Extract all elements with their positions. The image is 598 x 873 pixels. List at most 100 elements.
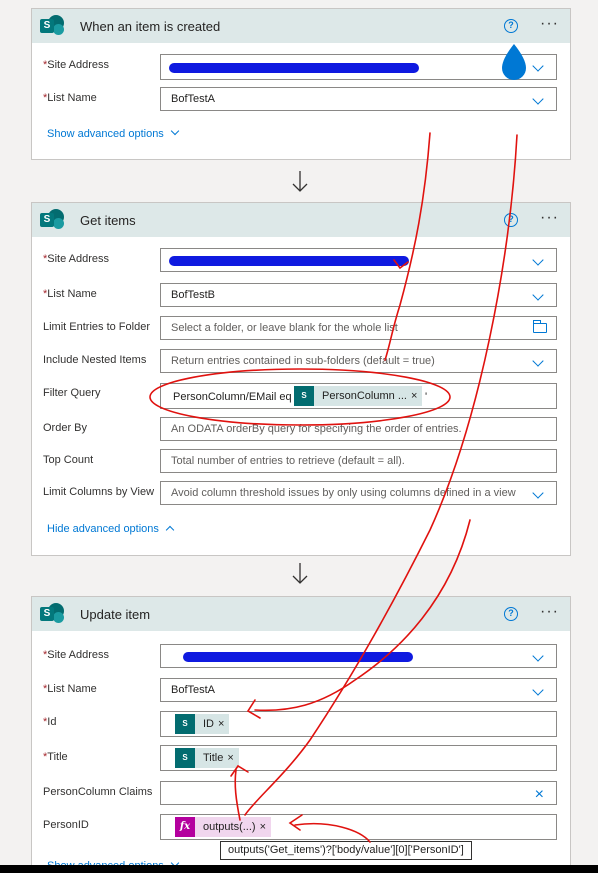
list-name-dropdown[interactable]: BofTestB: [160, 283, 557, 307]
person-claims-row: PersonColumn Claims ×: [32, 781, 570, 807]
order-by-placeholder: An ODATA orderBy query for specifying th…: [171, 423, 462, 435]
chevron-up-icon: [165, 525, 175, 535]
limit-columns-dropdown[interactable]: Avoid column threshold issues by only us…: [160, 481, 557, 505]
folder-icon[interactable]: [533, 320, 547, 333]
chevron-down-icon: [170, 126, 180, 136]
limit-columns-label: Limit Columns by View: [43, 486, 155, 498]
sharepoint-token-icon: S: [175, 748, 195, 768]
nested-items-row: Include Nested Items Return entries cont…: [32, 349, 570, 375]
top-count-label: Top Count: [43, 454, 94, 466]
site-address-dropdown[interactable]: [160, 248, 557, 272]
title-row: *Title S Title ×: [32, 745, 570, 771]
dynamic-content-token[interactable]: S ID ×: [175, 714, 230, 734]
order-by-input[interactable]: An ODATA orderBy query for specifying th…: [160, 417, 557, 441]
clear-icon[interactable]: ×: [535, 784, 544, 804]
title-label: Title: [47, 751, 68, 763]
update-item-card: S Update item ? ··· *Site Address *List …: [31, 596, 571, 873]
list-name-dropdown[interactable]: BofTestA: [160, 87, 557, 111]
trigger-card: S When an item is created ? ··· *Site Ad…: [31, 8, 571, 160]
chevron-down-icon: [532, 60, 544, 72]
list-name-row: *List Name BofTestA: [32, 87, 570, 113]
list-name-label: List Name: [47, 288, 97, 300]
chevron-down-icon: [532, 254, 544, 266]
token-remove-icon[interactable]: ×: [218, 714, 229, 734]
show-advanced-options-link[interactable]: Show advanced options: [47, 126, 180, 140]
sharepoint-token-icon: S: [294, 386, 314, 406]
site-address-dropdown[interactable]: [160, 54, 557, 80]
limit-columns-row: Limit Columns by View Avoid column thres…: [32, 481, 570, 507]
site-address-row: *Site Address: [32, 54, 570, 80]
token-remove-icon[interactable]: ×: [411, 386, 422, 406]
sharepoint-icon: S: [40, 208, 64, 232]
list-name-label: List Name: [47, 683, 97, 695]
token-remove-icon[interactable]: ×: [260, 817, 271, 837]
person-id-row: PersonID fx outputs(...) ×: [32, 814, 570, 840]
more-options-icon[interactable]: ···: [540, 603, 559, 621]
id-label: Id: [47, 716, 57, 728]
filter-query-row: Filter Query PersonColumn/EMail eq ' S P…: [32, 383, 570, 409]
help-icon[interactable]: ?: [504, 19, 518, 33]
limit-folder-row: Limit Entries to Folder Select a folder,…: [32, 316, 570, 342]
trigger-card-header[interactable]: S When an item is created ? ···: [32, 9, 570, 43]
id-input[interactable]: S ID ×: [160, 711, 557, 737]
card-title: When an item is created: [80, 18, 221, 34]
card-title: Get items: [80, 212, 136, 228]
dynamic-content-token[interactable]: S PersonColumn ... ×: [294, 386, 423, 406]
limit-folder-placeholder: Select a folder, or leave blank for the …: [171, 322, 398, 334]
chevron-down-icon: [532, 93, 544, 105]
token-label: Title: [203, 752, 224, 764]
filter-query-text: PersonColumn/EMail eq ': [173, 391, 297, 403]
flow-arrow-icon: [292, 563, 308, 584]
title-input[interactable]: S Title ×: [160, 745, 557, 771]
chevron-down-icon: [532, 355, 544, 367]
top-count-row: Top Count Total number of entries to ret…: [32, 449, 570, 475]
help-icon[interactable]: ?: [504, 607, 518, 621]
more-options-icon[interactable]: ···: [540, 209, 559, 227]
order-by-row: Order By An ODATA orderBy query for spec…: [32, 417, 570, 443]
site-address-dropdown[interactable]: [160, 644, 557, 668]
limit-columns-placeholder: Avoid column threshold issues by only us…: [171, 487, 516, 499]
hide-advanced-options-link[interactable]: Hide advanced options: [47, 523, 175, 535]
token-label: outputs(...): [203, 821, 256, 833]
nested-items-placeholder: Return entries contained in sub-folders …: [171, 355, 435, 367]
get-items-card: S Get items ? ··· *Site Address *List Na…: [31, 202, 571, 556]
list-name-value: BofTestA: [171, 684, 216, 696]
get-items-card-header[interactable]: S Get items ? ···: [32, 203, 570, 237]
top-count-placeholder: Total number of entries to retrieve (def…: [171, 455, 405, 467]
order-by-label: Order By: [43, 422, 88, 434]
list-name-value: BofTestB: [171, 289, 216, 301]
dynamic-content-token[interactable]: S Title ×: [175, 748, 239, 768]
more-options-icon[interactable]: ···: [540, 15, 559, 33]
list-name-value: BofTestA: [171, 93, 216, 105]
sharepoint-icon: S: [40, 14, 64, 38]
list-name-row: *List Name BofTestB: [32, 283, 570, 309]
person-id-input[interactable]: fx outputs(...) ×: [160, 814, 557, 840]
limit-folder-picker[interactable]: Select a folder, or leave blank for the …: [160, 316, 557, 340]
redaction-mark: [183, 652, 413, 662]
list-name-label: List Name: [47, 92, 97, 104]
redaction-mark: [169, 63, 419, 73]
person-claims-input[interactable]: ×: [160, 781, 557, 805]
flow-arrow-icon: [292, 171, 308, 192]
filter-query-input[interactable]: PersonColumn/EMail eq ' S PersonColumn .…: [160, 383, 557, 409]
site-address-label: Site Address: [47, 649, 110, 661]
site-address-label: Site Address: [47, 59, 110, 71]
nested-items-label: Include Nested Items: [43, 354, 147, 366]
card-title: Update item: [80, 606, 151, 622]
sharepoint-icon: S: [40, 602, 64, 626]
site-address-row: *Site Address: [32, 644, 570, 670]
list-name-dropdown[interactable]: BofTestA: [160, 678, 557, 702]
chevron-down-icon: [532, 684, 544, 696]
help-icon[interactable]: ?: [504, 213, 518, 227]
top-count-input[interactable]: Total number of entries to retrieve (def…: [160, 449, 557, 473]
filter-query-label: Filter Query: [43, 387, 101, 399]
expression-token[interactable]: fx outputs(...) ×: [175, 817, 272, 837]
bottom-bar: [0, 865, 598, 873]
update-item-card-header[interactable]: S Update item ? ···: [32, 597, 570, 631]
list-name-row: *List Name BofTestA: [32, 678, 570, 704]
site-address-label: Site Address: [47, 253, 110, 265]
nested-items-dropdown[interactable]: Return entries contained in sub-folders …: [160, 349, 557, 373]
token-label: PersonColumn ...: [322, 390, 407, 402]
token-remove-icon[interactable]: ×: [227, 748, 238, 768]
sharepoint-token-icon: S: [175, 714, 195, 734]
